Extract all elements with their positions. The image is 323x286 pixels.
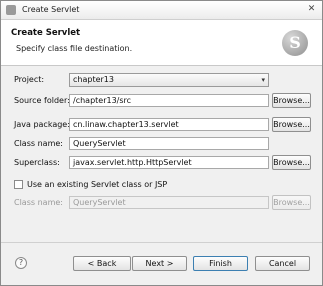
- class-name-input[interactable]: QueryServlet: [69, 137, 269, 150]
- class-name-label: Class name:: [14, 139, 63, 148]
- cancel-button[interactable]: Cancel: [255, 256, 310, 271]
- use-existing-checkbox[interactable]: [14, 180, 23, 189]
- existing-class-browse-button: Browse...: [272, 195, 311, 210]
- create-servlet-dialog: Create Servlet ✕ Create Servlet Specify …: [0, 0, 323, 286]
- source-folder-input[interactable]: /chapter13/src: [69, 94, 269, 107]
- source-folder-label: Source folder:: [14, 96, 70, 105]
- use-existing-label[interactable]: Use an existing Servlet class or JSP: [27, 180, 167, 189]
- title-bar: Create Servlet ✕: [1, 1, 322, 20]
- page-description: Specify class file destination.: [16, 44, 133, 53]
- existing-class-input: QueryServlet: [69, 196, 269, 209]
- existing-class-label: Class name:: [14, 198, 63, 207]
- project-select[interactable]: chapter13 ▾: [69, 73, 269, 87]
- superclass-input[interactable]: javax.servlet.http.HttpServlet: [69, 156, 269, 169]
- java-package-label: Java package:: [14, 120, 70, 129]
- footer-divider: [1, 242, 322, 243]
- app-icon: [6, 5, 16, 15]
- java-package-browse-button[interactable]: Browse...: [272, 117, 311, 132]
- java-package-input[interactable]: cn.linaw.chapter13.servlet: [69, 118, 269, 131]
- wizard-header: Create Servlet Specify class file destin…: [1, 20, 322, 66]
- superclass-browse-button[interactable]: Browse...: [272, 155, 311, 170]
- window-title: Create Servlet: [22, 5, 80, 14]
- project-label: Project:: [14, 75, 45, 84]
- help-icon[interactable]: ?: [15, 257, 27, 269]
- next-button[interactable]: Next >: [132, 256, 187, 271]
- source-folder-browse-button[interactable]: Browse...: [272, 93, 311, 108]
- chevron-down-icon: ▾: [261, 76, 265, 84]
- servlet-logo-icon: S: [282, 30, 308, 56]
- project-value: chapter13: [73, 75, 114, 84]
- close-icon[interactable]: ✕: [306, 4, 317, 15]
- page-title: Create Servlet: [11, 28, 81, 38]
- superclass-label: Superclass:: [14, 158, 60, 167]
- back-button[interactable]: < Back: [73, 256, 131, 271]
- finish-button[interactable]: Finish: [193, 256, 248, 271]
